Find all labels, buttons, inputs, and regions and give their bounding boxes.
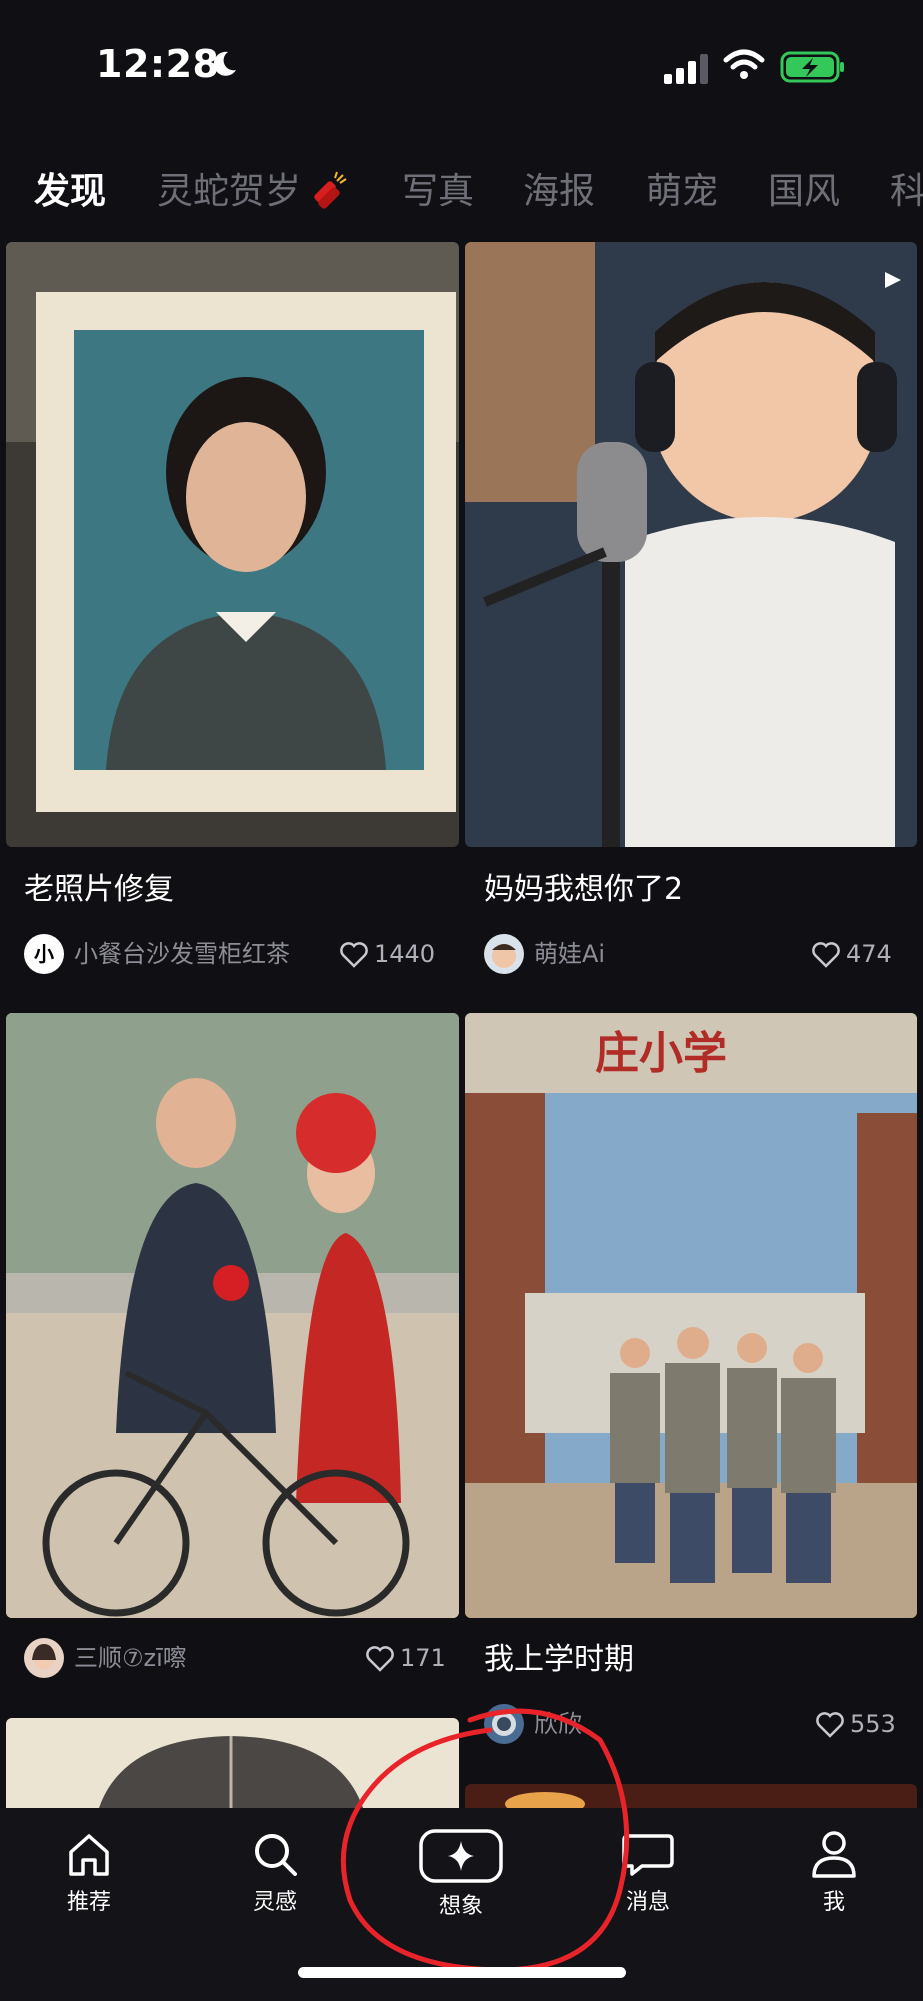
author-name[interactable]: 萌娃Ai (534, 934, 605, 974)
avatar[interactable]: 小 (24, 934, 64, 974)
card-title[interactable]: 老照片修复 (24, 870, 174, 910)
nav-messages[interactable]: 消息 (588, 1828, 708, 1916)
couple-bicycle-image (6, 1013, 459, 1618)
like-count[interactable]: 553 (816, 1704, 896, 1744)
old-photo-portrait-image (6, 242, 459, 847)
avatar[interactable] (484, 1704, 524, 1744)
tab-cute-pets[interactable]: 萌宠 (646, 160, 718, 224)
school-children-image: 庄小学 (465, 1013, 917, 1618)
author-name[interactable]: 小餐台沙发雪柜红茶 (74, 934, 290, 974)
baby-avatar-image (484, 934, 524, 974)
message-icon (622, 1834, 674, 1876)
battery-charging-icon (780, 51, 844, 83)
tab-snake-new-year[interactable]: 灵蛇贺岁 (157, 160, 349, 224)
like-count[interactable]: 474 (812, 934, 892, 974)
moon-icon (213, 51, 236, 76)
school-gate-sign: 庄小学 (595, 1028, 727, 1079)
search-icon (255, 1834, 297, 1876)
nav-recommend[interactable]: 推荐 (29, 1828, 149, 1916)
signal-icon (664, 54, 708, 84)
tab-chinese-style[interactable]: 国风 (768, 160, 840, 224)
tab-poster[interactable]: 海报 (523, 160, 595, 224)
like-count[interactable]: 171 (366, 1638, 446, 1678)
astronaut-avatar-image (484, 1704, 524, 1744)
card-image-partial-portrait[interactable] (6, 1718, 459, 1818)
heart-icon (816, 1712, 844, 1738)
heart-icon (366, 1646, 394, 1672)
tab-snake-new-year-label: 灵蛇贺岁 (157, 171, 302, 212)
tab-discover[interactable]: 发现 (34, 160, 106, 224)
nav-imagine[interactable]: 想象 (401, 1828, 521, 1920)
nav-label: 灵感 (252, 1890, 297, 1915)
like-count-value: 171 (400, 1644, 446, 1672)
nav-label: 推荐 (66, 1890, 111, 1915)
category-tabs: 发现 灵蛇贺岁 写真 海报 萌宠 国风 科 (0, 160, 923, 224)
status-bar: 12:28 (0, 0, 923, 130)
tab-portrait[interactable]: 写真 (402, 160, 474, 224)
tab-tech[interactable]: 科 (890, 160, 923, 224)
card-title[interactable]: 我上学时期 (484, 1640, 634, 1680)
home-indicator[interactable] (298, 1967, 626, 1978)
firecracker-icon (314, 171, 347, 209)
heart-icon (340, 942, 368, 968)
sketch-portrait-image (6, 1718, 459, 1818)
like-count-value: 474 (846, 940, 892, 968)
nav-label: 消息 (625, 1890, 670, 1915)
card-image-school-children[interactable]: 庄小学 (465, 1013, 917, 1618)
status-time: 12:28 (96, 42, 220, 86)
card-image-child-singing[interactable] (465, 242, 917, 847)
like-count-value: 553 (850, 1710, 896, 1738)
like-count[interactable]: 1440 (340, 934, 435, 974)
home-icon (69, 1834, 109, 1876)
avatar-logo-text: 小 (34, 942, 54, 966)
heart-icon (812, 942, 840, 968)
child-singing-image (465, 242, 917, 847)
card-image-couple-bicycle[interactable] (6, 1013, 459, 1618)
nav-label: 我 (822, 1890, 845, 1915)
avatar[interactable] (24, 1638, 64, 1678)
card-image-old-photo[interactable] (6, 242, 459, 847)
author-name[interactable]: 欣欣 (534, 1704, 582, 1744)
wifi-icon (723, 49, 765, 79)
card-title[interactable]: 妈妈我想你了2 (484, 870, 683, 910)
profile-icon (812, 1831, 856, 1878)
like-count-value: 1440 (374, 940, 436, 968)
sparkle-icon (419, 1829, 503, 1883)
girl-avatar-image (24, 1638, 64, 1678)
nav-label: 想象 (438, 1894, 483, 1919)
avatar[interactable] (484, 934, 524, 974)
nav-me[interactable]: 我 (774, 1828, 894, 1916)
author-name[interactable]: 三顺⑦zī嚓 (74, 1638, 187, 1678)
nav-inspiration[interactable]: 灵感 (215, 1828, 335, 1916)
